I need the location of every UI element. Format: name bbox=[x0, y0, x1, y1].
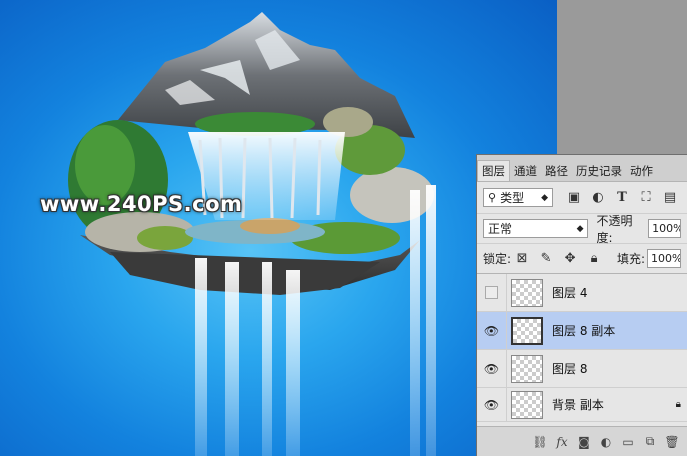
watermark-text: www.240PS.com bbox=[40, 192, 243, 216]
lock-transparent-icon[interactable]: ⊠ bbox=[513, 250, 531, 268]
search-icon: ⚲ bbox=[488, 191, 497, 204]
layer-row[interactable]: 图层 4 bbox=[477, 273, 687, 312]
layers-panel: 图层 通道 路径 历史记录 动作 ⚲ 类型 ◆ ▣ ◐ T ⛶ ▤ 正常 ◆ 不… bbox=[476, 154, 687, 456]
layer-name: 图层 8 bbox=[552, 362, 588, 376]
tab-history[interactable]: 历史记录 bbox=[572, 161, 626, 181]
filter-adjustment-icon[interactable]: ◐ bbox=[589, 189, 607, 207]
layer-row[interactable]: 👁︎ 背景 副本 🔒︎ bbox=[477, 387, 687, 422]
group-icon[interactable]: ▭ bbox=[617, 433, 639, 451]
layer-row[interactable]: 👁︎ 图层 8 bbox=[477, 349, 687, 388]
layer-name: 背景 副本 bbox=[552, 398, 604, 412]
floating-island-artwork bbox=[68, 12, 436, 456]
adjustment-icon[interactable]: ◐ bbox=[595, 433, 617, 451]
fx-icon[interactable]: fx bbox=[551, 433, 573, 451]
visibility-toggle[interactable]: 👁︎ bbox=[477, 349, 507, 388]
tab-paths[interactable]: 路径 bbox=[541, 161, 572, 181]
tab-layers[interactable]: 图层 bbox=[477, 160, 510, 181]
panel-footer: ⛓ fx ◙ ◐ ▭ ⧉ 🗑︎ bbox=[477, 426, 687, 456]
fill-input[interactable]: 100% bbox=[647, 249, 681, 268]
layer-name: 图层 4 bbox=[552, 286, 588, 300]
filter-kind-select[interactable]: ⚲ 类型 ◆ bbox=[483, 188, 553, 207]
lock-icon: 🔒︎ bbox=[675, 399, 681, 410]
chevron-updown-icon: ◆ bbox=[541, 192, 548, 203]
visibility-toggle[interactable] bbox=[477, 273, 507, 312]
lock-all-icon[interactable]: 🔒︎ bbox=[585, 250, 603, 268]
link-layers-icon[interactable]: ⛓ bbox=[529, 433, 551, 451]
opacity-label: 不透明度: bbox=[596, 213, 633, 245]
lock-label: 锁定: bbox=[483, 252, 512, 266]
filter-row: ⚲ 类型 ◆ ▣ ◐ T ⛶ ▤ bbox=[477, 182, 687, 214]
layer-thumbnail bbox=[511, 278, 543, 307]
filter-smartobject-icon[interactable]: ▤ bbox=[661, 189, 679, 207]
tab-channels[interactable]: 通道 bbox=[510, 161, 541, 181]
eye-icon: 👁︎ bbox=[483, 323, 500, 338]
layer-name: 图层 8 副本 bbox=[552, 324, 616, 338]
chevron-updown-icon: ◆ bbox=[576, 223, 584, 234]
blend-mode-label: 正常 bbox=[488, 222, 513, 236]
filter-kind-label: 类型 bbox=[500, 191, 525, 205]
mask-icon[interactable]: ◙ bbox=[573, 433, 595, 451]
visibility-toggle[interactable]: 👁︎ bbox=[477, 387, 507, 422]
delete-icon[interactable]: 🗑︎ bbox=[661, 433, 683, 451]
filter-type-icon[interactable]: T bbox=[613, 189, 631, 207]
layer-thumbnail bbox=[511, 390, 543, 419]
layer-row[interactable]: 👁︎ 图层 8 副本 bbox=[477, 311, 687, 350]
fill-label: 填充: bbox=[616, 252, 645, 266]
panel-tabs: 图层 通道 路径 历史记录 动作 bbox=[477, 155, 687, 182]
filter-pixel-icon[interactable]: ▣ bbox=[565, 189, 583, 207]
tab-actions[interactable]: 动作 bbox=[626, 161, 657, 181]
filter-shape-icon[interactable]: ⛶ bbox=[637, 189, 655, 207]
layer-thumbnail bbox=[511, 316, 543, 345]
layer-thumbnail bbox=[511, 354, 543, 383]
lock-row: 锁定: ⊠ ✎ ✥ 🔒︎ 填充: 100% bbox=[477, 244, 687, 274]
eye-icon: 👁︎ bbox=[483, 397, 500, 412]
eye-icon: 👁︎ bbox=[483, 361, 500, 376]
lock-paint-icon[interactable]: ✎ bbox=[537, 250, 555, 268]
canvas[interactable]: www.240PS.com bbox=[0, 0, 557, 456]
blend-mode-select[interactable]: 正常 ◆ bbox=[483, 219, 589, 238]
visibility-off-box-icon bbox=[485, 286, 498, 299]
new-layer-icon[interactable]: ⧉ bbox=[639, 433, 661, 451]
layer-list: 图层 4 👁︎ 图层 8 副本 👁︎ 图层 8 👁︎ 背景 副本 🔒︎ bbox=[477, 273, 687, 422]
lock-position-icon[interactable]: ✥ bbox=[561, 250, 579, 268]
blend-row: 正常 ◆ 不透明度: 100% bbox=[477, 213, 687, 245]
opacity-input[interactable]: 100% bbox=[648, 219, 681, 238]
visibility-toggle[interactable]: 👁︎ bbox=[477, 311, 507, 350]
